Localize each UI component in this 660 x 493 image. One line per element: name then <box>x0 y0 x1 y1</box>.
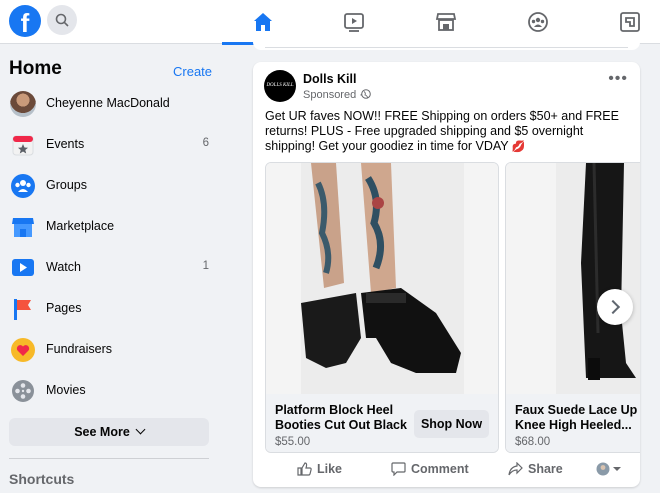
more-options-icon[interactable]: ••• <box>608 71 628 87</box>
sidebar-item-count: 6 <box>202 137 209 149</box>
product-title: Platform Block Heel Booties Cut Out Blac… <box>275 403 407 432</box>
top-navigation-bar: f <box>0 0 660 45</box>
sidebar-title: Home <box>9 58 62 79</box>
sidebar-item-label: Events <box>46 137 85 151</box>
sidebar-item-profile[interactable]: Cheyenne MacDonald <box>0 86 222 122</box>
store-icon <box>435 13 457 31</box>
calendar-icon <box>12 135 34 156</box>
heart-icon <box>11 338 35 362</box>
product-image <box>506 163 640 394</box>
nav-tab-home[interactable] <box>222 0 304 45</box>
sponsored-label[interactable]: Sponsored · <box>303 89 363 101</box>
sidebar-item-fundraisers[interactable]: Fundraisers <box>0 332 222 368</box>
avatar <box>10 91 36 117</box>
sidebar-item-watch[interactable]: Watch 1 <box>0 250 222 286</box>
comment-icon <box>391 462 406 476</box>
product-caption: Platform Block Heel Booties Cut Out Blac… <box>266 394 498 452</box>
sidebar-item-label: Fundraisers <box>46 342 112 356</box>
post-message: Get UR faves NOW!! FREE Shipping on orde… <box>265 109 619 153</box>
search-button[interactable] <box>47 5 77 35</box>
product-price: $68.00 <box>515 436 551 448</box>
sidebar-item-label: Watch <box>46 260 81 274</box>
post-text: Get UR faves NOW!! FREE Shipping on orde… <box>265 109 631 155</box>
product-title: Faux Suede Lace Up Knee High Heeled... <box>515 403 638 432</box>
reaction-profile-selector[interactable] <box>596 462 624 476</box>
globe-icon <box>361 89 371 99</box>
product-card[interactable]: Platform Block Heel Booties Cut Out Blac… <box>265 162 499 453</box>
nav-tab-watch[interactable] <box>313 0 395 44</box>
comment-label: Comment <box>411 462 469 476</box>
previous-post-card <box>253 40 640 50</box>
sidebar-item-label: Groups <box>46 178 87 192</box>
shortcuts-heading: Shortcuts <box>9 471 75 487</box>
nav-tab-groups[interactable] <box>497 0 579 44</box>
search-icon <box>55 13 69 27</box>
video-icon <box>12 259 34 276</box>
post-actions: Like Comment Share <box>253 457 640 481</box>
home-icon <box>254 13 272 31</box>
sponsored-post: DOLLS KILL Dolls Kill Sponsored · ••• Ge… <box>253 62 640 487</box>
like-label: Like <box>317 462 343 476</box>
store-icon <box>12 218 34 237</box>
see-more-label: See More <box>74 425 130 439</box>
share-icon <box>508 462 523 476</box>
left-sidebar: Home Create Cheyenne MacDonald Events 6 … <box>0 44 222 493</box>
thumbs-up-icon <box>297 462 312 476</box>
shop-now-button[interactable]: Shop Now <box>414 410 489 438</box>
see-more-button[interactable]: See More <box>9 418 209 446</box>
product-carousel: Platform Block Heel Booties Cut Out Blac… <box>265 162 640 453</box>
sidebar-item-label: Pages <box>46 301 82 315</box>
flag-icon <box>14 299 31 320</box>
share-label: Share <box>528 462 563 476</box>
chevron-down-icon <box>135 424 146 435</box>
nav-tab-gaming[interactable] <box>589 0 660 44</box>
product-image <box>266 163 498 394</box>
nav-tab-marketplace[interactable] <box>405 0 487 44</box>
kiss-emoji: 💋 <box>511 141 526 153</box>
previous-post-divider <box>265 47 628 48</box>
sidebar-item-label: Marketplace <box>46 219 115 233</box>
groups-icon <box>11 174 35 198</box>
create-link[interactable]: Create <box>173 64 212 79</box>
groups-icon <box>528 12 548 32</box>
sidebar-item-groups[interactable]: Groups <box>0 168 222 204</box>
product-caption: Faux Suede Lace Up Knee High Heeled... $… <box>506 394 640 452</box>
video-icon <box>344 13 364 32</box>
page-avatar[interactable]: DOLLS KILL <box>264 70 296 102</box>
sidebar-item-events[interactable]: Events 6 <box>0 127 222 163</box>
facebook-logo[interactable]: f <box>9 5 41 37</box>
sidebar-divider <box>9 458 209 459</box>
product-price: $55.00 <box>275 436 311 448</box>
sidebar-item-movies[interactable]: Movies <box>0 373 222 409</box>
gaming-icon <box>620 12 640 32</box>
sidebar-item-label: Cheyenne MacDonald <box>46 96 170 110</box>
sidebar-item-count: 1 <box>202 260 209 272</box>
sidebar-item-marketplace[interactable]: Marketplace <box>0 209 222 245</box>
film-reel-icon <box>12 380 34 402</box>
boots-photo-icon <box>556 163 640 394</box>
boots-photo-icon <box>301 163 464 394</box>
sidebar-item-pages[interactable]: Pages <box>0 291 222 327</box>
sidebar-item-label: Movies <box>46 383 86 397</box>
page-name[interactable]: Dolls Kill <box>303 72 356 86</box>
carousel-next-button[interactable] <box>597 289 633 325</box>
